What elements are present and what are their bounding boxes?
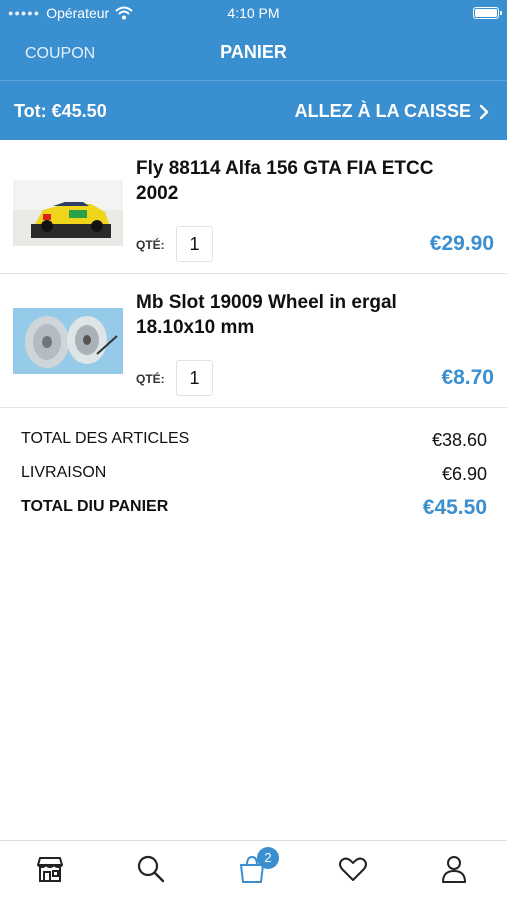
tab-account[interactable] bbox=[438, 853, 474, 889]
user-icon bbox=[442, 856, 466, 883]
cart-count-badge: 2 bbox=[257, 847, 279, 869]
tab-cart[interactable]: 2 bbox=[236, 847, 279, 889]
product-name[interactable]: Mb Slot 19009 Wheel in ergal 18.10x10 mm bbox=[136, 290, 456, 340]
summary-row-articles: TOTAL DES ARTICLES €38.60 bbox=[21, 428, 487, 462]
checkout-button[interactable]: ALLEZ À LA CAISSE bbox=[295, 101, 489, 122]
chevron-right-icon bbox=[479, 104, 489, 119]
cart-summary: TOTAL DES ARTICLES €38.60 LIVRAISON €6.9… bbox=[21, 428, 487, 530]
tab-favorites[interactable] bbox=[337, 853, 373, 889]
cart-total: Tot: €45.50 bbox=[14, 101, 107, 121]
articles-label: TOTAL DES ARTICLES bbox=[21, 430, 190, 447]
header: ●●●●● Opérateur 4:10 PM COUPON PANIER To… bbox=[0, 0, 507, 140]
product-image[interactable] bbox=[13, 180, 123, 246]
tab-search[interactable] bbox=[135, 853, 171, 889]
search-icon bbox=[137, 855, 165, 883]
total-bar: Tot: €45.50 ALLEZ À LA CAISSE bbox=[0, 80, 507, 140]
battery-icon bbox=[473, 7, 502, 19]
product-price: €29.90 bbox=[429, 232, 494, 255]
summary-row-shipping: LIVRAISON €6.90 bbox=[21, 462, 487, 496]
status-bar: ●●●●● Opérateur 4:10 PM bbox=[0, 0, 507, 26]
cart-item[interactable]: Mb Slot 19009 Wheel in ergal 18.10x10 mm… bbox=[0, 274, 507, 408]
quantity-field[interactable]: 1 bbox=[176, 226, 213, 262]
summary-row-total: TOTAL DIU PANIER €45.50 bbox=[21, 496, 487, 530]
quantity-field[interactable]: 1 bbox=[176, 360, 213, 396]
product-price: €8.70 bbox=[441, 366, 494, 389]
shipping-value: €6.90 bbox=[441, 464, 487, 484]
tab-bar: 2 bbox=[0, 840, 507, 900]
clock: 4:10 PM bbox=[227, 5, 280, 21]
heart-icon bbox=[339, 857, 367, 881]
checkout-label: ALLEZ À LA CAISSE bbox=[294, 101, 471, 121]
nav-bar: COUPON PANIER bbox=[0, 30, 507, 78]
cart-item[interactable]: Fly 88114 Alfa 156 GTA FIA ETCC 2002 QTÉ… bbox=[0, 140, 507, 274]
shipping-label: LIVRAISON bbox=[21, 464, 107, 481]
product-image[interactable] bbox=[13, 308, 123, 374]
qty-label: QTÉ: bbox=[136, 238, 165, 252]
cart-total-value: €45.50 bbox=[422, 496, 487, 519]
page-title: PANIER bbox=[220, 42, 287, 62]
qty-label: QTÉ: bbox=[136, 372, 165, 386]
articles-value: €38.60 bbox=[431, 430, 487, 450]
product-name[interactable]: Fly 88114 Alfa 156 GTA FIA ETCC 2002 bbox=[136, 156, 456, 206]
cart-total-label: TOTAL DIU PANIER bbox=[21, 498, 169, 515]
store-icon bbox=[37, 857, 63, 882]
tab-store[interactable] bbox=[34, 853, 70, 889]
